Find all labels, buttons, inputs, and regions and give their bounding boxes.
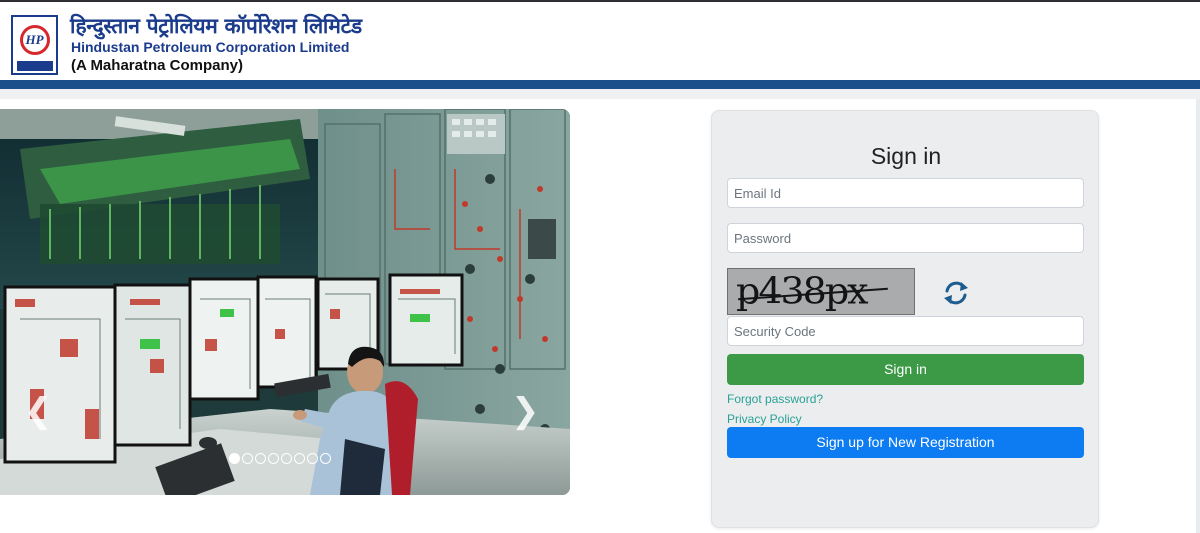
header-subband <box>0 89 1200 99</box>
privacy-policy-link[interactable]: Privacy Policy <box>727 412 802 426</box>
password-field[interactable] <box>727 223 1084 253</box>
security-code-field[interactable] <box>727 316 1084 346</box>
header-divider <box>0 80 1200 89</box>
forgot-password-link[interactable]: Forgot password? <box>727 392 823 406</box>
carousel-indicator[interactable] <box>229 453 240 464</box>
browser-frame: HP हिन्दुस्तान पेट्रोलियम कॉर्पोरेशन लिम… <box>0 0 1200 533</box>
captcha-image: p438px <box>727 268 915 315</box>
company-name-english: Hindustan Petroleum Corporation Limited <box>71 39 350 55</box>
carousel-indicator[interactable] <box>255 453 266 464</box>
company-name-hindi: हिन्दुस्तान पेट्रोलियम कॉर्पोरेशन लिमिटे… <box>70 14 362 38</box>
site-header: HP हिन्दुस्तान पेट्रोलियम कॉर्पोरेशन लिम… <box>0 4 1200 80</box>
carousel-prev-button[interactable]: ❮ <box>24 394 53 428</box>
page-edge <box>1196 99 1200 533</box>
captcha-refresh-button[interactable] <box>941 278 971 308</box>
carousel-next-button[interactable]: ❯ <box>511 394 540 428</box>
signup-button[interactable]: Sign up for New Registration <box>727 427 1084 458</box>
signin-card: Sign in p438px Sign in Forgot password? … <box>711 110 1099 528</box>
carousel-indicator[interactable] <box>268 453 279 464</box>
carousel-indicator[interactable] <box>320 453 331 464</box>
email-field[interactable] <box>727 178 1084 208</box>
carousel-indicator[interactable] <box>242 453 253 464</box>
carousel-indicator[interactable] <box>307 453 318 464</box>
signin-title: Sign in <box>870 143 942 169</box>
carousel-indicator[interactable] <box>294 453 305 464</box>
carousel-slide-image <box>0 109 570 495</box>
image-carousel[interactable]: ❮ ❯ <box>0 109 570 495</box>
logo-bar <box>17 61 53 71</box>
carousel-indicators <box>229 453 331 464</box>
chevron-right-icon: ❯ <box>511 392 540 430</box>
hp-logo[interactable]: HP <box>11 15 58 75</box>
refresh-icon <box>944 281 968 305</box>
carousel-indicator[interactable] <box>281 453 292 464</box>
company-tagline: (A Maharatna Company) <box>71 57 243 74</box>
chevron-left-icon: ❮ <box>24 392 53 430</box>
logo-text: HP <box>25 32 44 47</box>
signin-button[interactable]: Sign in <box>727 354 1084 385</box>
